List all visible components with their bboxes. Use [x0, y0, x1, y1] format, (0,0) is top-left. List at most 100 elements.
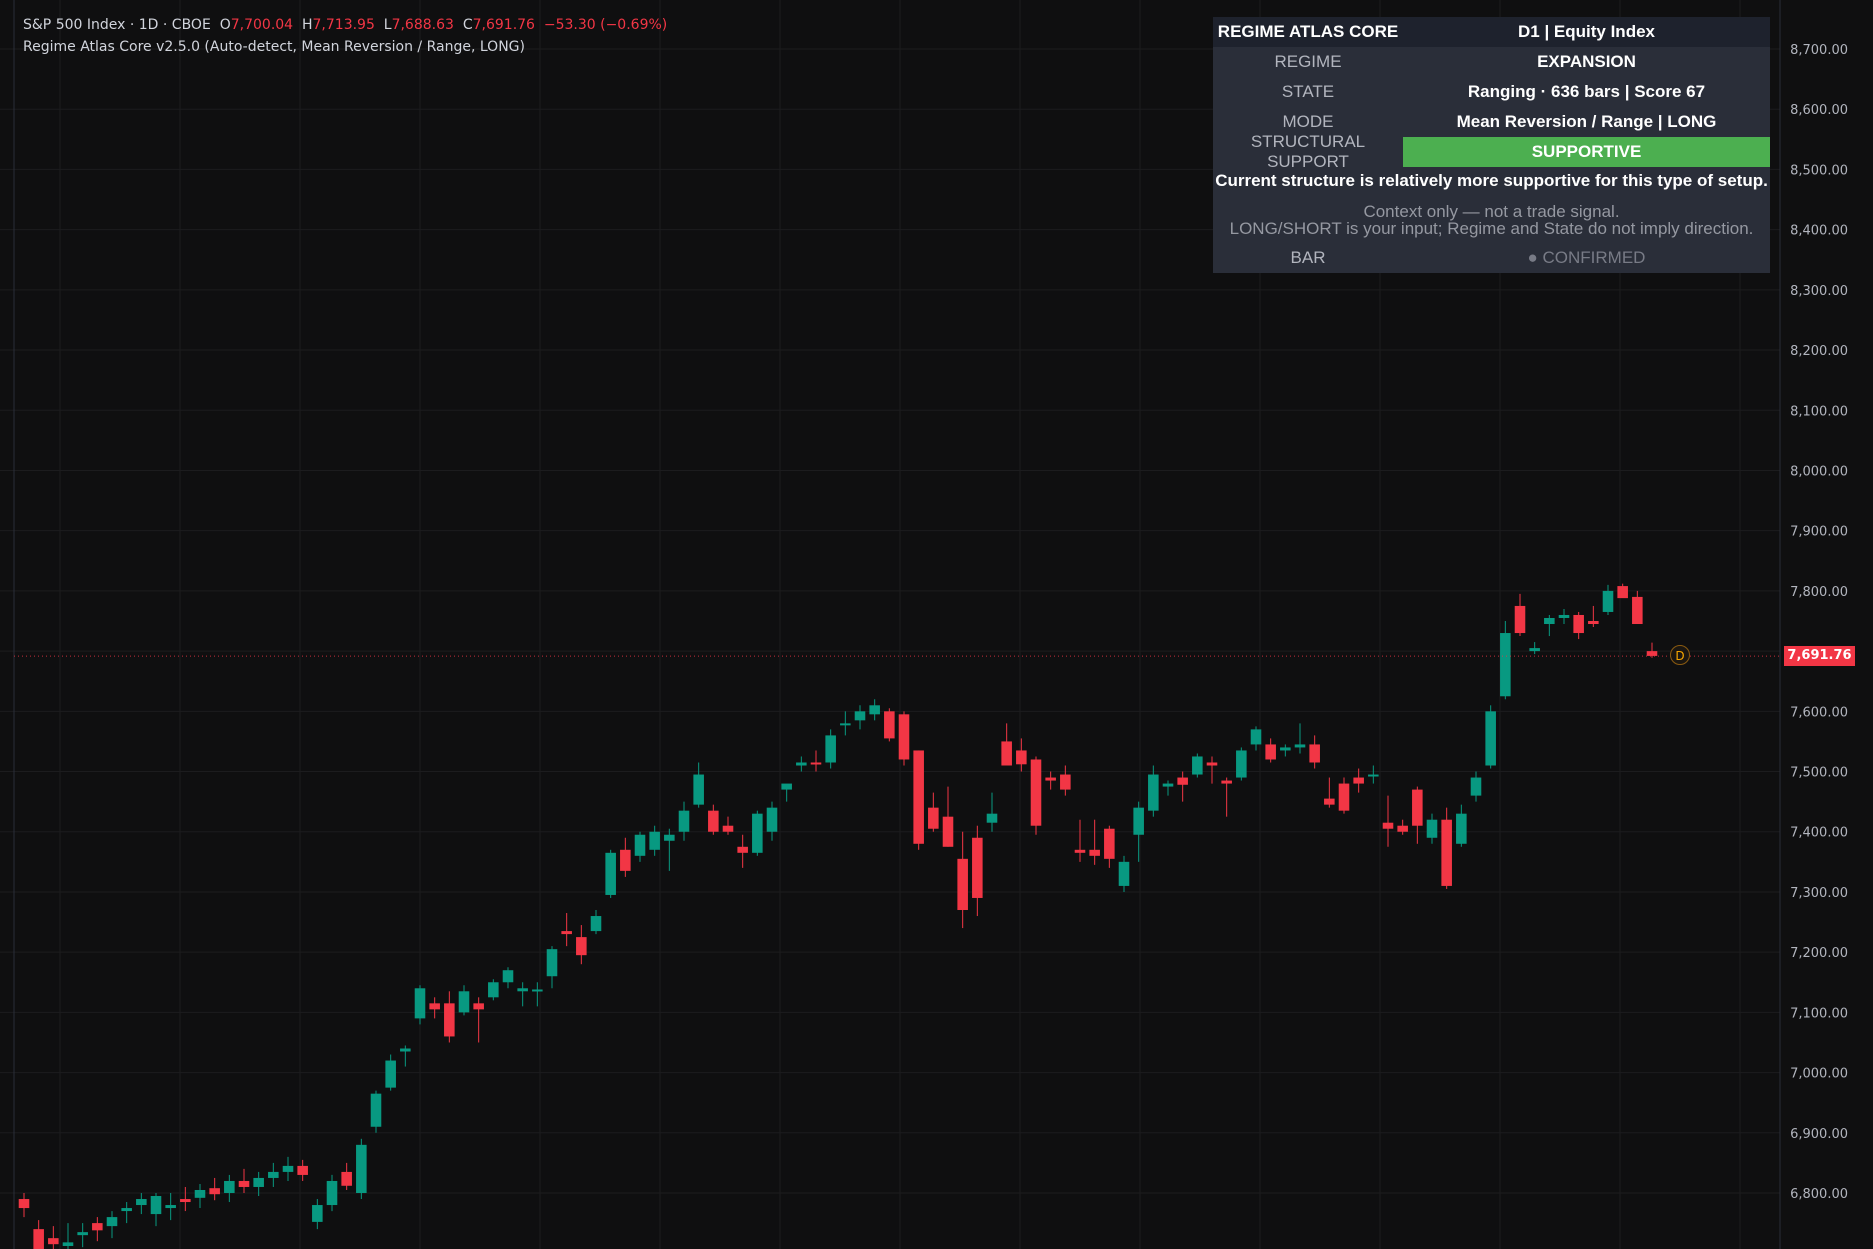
- low-value: 7,688.63: [391, 17, 454, 33]
- candle-body: [1412, 789, 1423, 826]
- candle-body: [62, 1242, 74, 1246]
- candle-body: [1397, 825, 1408, 832]
- candle-body: [488, 982, 499, 998]
- y-tick-label: 6,800.00: [1790, 1187, 1848, 1202]
- candle-body: [913, 750, 924, 844]
- candle-body: [722, 825, 734, 832]
- candle-body: [1544, 617, 1555, 625]
- y-tick-label: 8,300.00: [1790, 284, 1848, 299]
- candle-body: [605, 852, 616, 895]
- candle-body: [1456, 813, 1467, 844]
- y-tick-label: 8,200.00: [1790, 344, 1848, 359]
- disclaimer-line-2: LONG/SHORT is your input; Regime and Sta…: [1229, 219, 1754, 238]
- candle-body: [1294, 744, 1306, 748]
- mode-value: Mean Reversion / Range | LONG: [1456, 112, 1717, 131]
- chart-legend: S&P 500 Index · 1D · CBOE O7,700.04 H7,7…: [23, 14, 667, 58]
- y-tick-label: 8,700.00: [1790, 43, 1848, 58]
- candle-body: [1045, 777, 1056, 781]
- candle-body: [473, 1003, 484, 1010]
- candle-body: [48, 1238, 59, 1245]
- candle-body: [576, 937, 587, 956]
- candle-body: [1162, 783, 1174, 787]
- candle-body: [1514, 605, 1526, 634]
- candle-body: [429, 1003, 440, 1010]
- candle-body: [1089, 849, 1100, 856]
- candle-body: [634, 834, 646, 856]
- bar-label: BAR: [1290, 248, 1326, 267]
- y-tick-label: 7,200.00: [1790, 946, 1848, 961]
- change-value: −53.30 (−0.69%): [543, 17, 668, 33]
- candle-body: [1104, 828, 1115, 859]
- candle-body: [884, 711, 895, 739]
- candle-body: [1309, 744, 1320, 763]
- candle-body: [649, 831, 660, 850]
- support-row: STRUCTURAL SUPPORT SUPPORTIVE: [1213, 132, 1770, 171]
- candle-body: [224, 1180, 235, 1193]
- candle-body: [1617, 586, 1628, 599]
- candle-body: [561, 931, 572, 935]
- candle-body: [986, 813, 998, 823]
- candle-body: [1177, 777, 1188, 785]
- candle-body: [1426, 819, 1438, 838]
- candle-body: [1382, 822, 1394, 829]
- candle-body: [810, 762, 822, 765]
- candle-body: [1265, 744, 1276, 760]
- candle-body: [1030, 759, 1042, 826]
- candle-body: [1236, 750, 1247, 778]
- candle-body: [1338, 783, 1350, 811]
- candle-body: [546, 949, 558, 977]
- disclaimer-note: Context only — not a trade signal. LONG/…: [1213, 197, 1770, 243]
- candle-body: [1529, 648, 1540, 652]
- candle-body: [1353, 777, 1364, 784]
- high-label: H: [301, 17, 313, 33]
- bar-row: BAR ● CONFIRMED: [1213, 243, 1770, 273]
- candle-body: [1001, 741, 1012, 766]
- dividend-marker[interactable]: D: [1670, 645, 1690, 665]
- y-tick-label: 7,600.00: [1790, 705, 1848, 720]
- y-tick-label: 8,500.00: [1790, 163, 1848, 178]
- indicator-legend[interactable]: Regime Atlas Core v2.5.0 (Auto-detect, M…: [23, 36, 667, 58]
- candle-body: [898, 714, 910, 760]
- candle-body: [590, 916, 602, 932]
- candle-body: [942, 816, 954, 847]
- candle-body: [693, 774, 704, 805]
- y-tick-label: 8,600.00: [1790, 103, 1848, 118]
- panel-title: REGIME ATLAS CORE: [1217, 22, 1399, 41]
- candle-body: [532, 989, 543, 992]
- candle-body: [370, 1093, 382, 1127]
- candle-body: [77, 1232, 88, 1236]
- y-tick-label: 7,000.00: [1790, 1067, 1848, 1082]
- state-label: STATE: [1281, 82, 1335, 101]
- regime-value: EXPANSION: [1537, 52, 1636, 71]
- candle-body: [972, 837, 983, 898]
- y-tick-label: 6,900.00: [1790, 1127, 1848, 1142]
- candle-body: [928, 807, 939, 829]
- candle-body: [517, 988, 528, 992]
- candle-body: [33, 1229, 44, 1249]
- candle-body: [752, 813, 763, 853]
- ohlc-row: S&P 500 Index · 1D · CBOE O7,700.04 H7,7…: [23, 14, 667, 36]
- candle-body: [1118, 861, 1130, 886]
- y-tick-label: 7,400.00: [1790, 826, 1848, 841]
- candle-body: [326, 1180, 338, 1206]
- candle-body: [297, 1165, 308, 1175]
- high-value: 7,713.95: [312, 17, 375, 33]
- candle-body: [1632, 596, 1643, 625]
- candle-body: [18, 1199, 30, 1209]
- candle-body: [268, 1171, 279, 1178]
- y-tick-label: 7,800.00: [1790, 585, 1848, 600]
- candle-body: [1573, 614, 1584, 634]
- candle-body: [766, 807, 778, 832]
- open-value: 7,700.04: [230, 17, 294, 33]
- candle-body: [1500, 633, 1511, 697]
- candle-body: [737, 846, 748, 853]
- candle-body: [444, 1003, 455, 1037]
- candle-body: [620, 849, 631, 871]
- candle-body: [253, 1177, 264, 1187]
- candle-body: [1280, 747, 1291, 751]
- candle-body: [414, 988, 426, 1019]
- y-tick-label: 8,400.00: [1790, 224, 1848, 239]
- candle-body: [708, 810, 719, 832]
- symbol-label[interactable]: S&P 500 Index · 1D · CBOE: [23, 17, 211, 33]
- y-tick-label: 7,500.00: [1790, 766, 1848, 781]
